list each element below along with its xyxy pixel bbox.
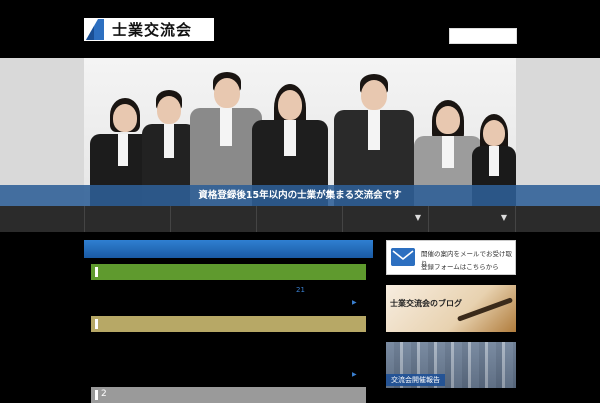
mail-signup-banner[interactable]: 開催の案内をメールでお受け取り 登録フォームはこちらから [386,240,516,275]
section-marker [95,390,98,400]
main-section-header [84,240,373,258]
header-search-box[interactable] [449,28,517,44]
envelope-icon [391,248,415,266]
nav-item-3[interactable] [256,206,343,232]
blog-banner-title: 士業交流会のブログ [390,299,462,308]
mail-banner-line2: 登録フォームはこちらから [421,263,499,271]
event-report-title: 交流会開催報告 [386,374,445,386]
site-logo-text: 士業交流会 [112,21,193,39]
nav-item-1[interactable] [84,206,171,232]
section-bar-gray[interactable]: 2 [91,387,366,403]
hero-caption: 資格登録後15年以内の士業が集まる交流会です [198,190,402,201]
more-arrow-icon[interactable]: ▶ [352,299,357,306]
chevron-down-icon: ▼ [414,213,421,222]
logo-mark-icon [86,19,104,40]
section-marker [95,319,98,329]
nav-item-5[interactable]: ▼ [428,206,516,232]
section-bar-gold[interactable] [91,316,366,332]
hero-image [84,58,516,206]
more-arrow-icon[interactable]: ▶ [352,371,357,378]
site-logo[interactable]: 士業交流会 [84,18,214,41]
pen-image [456,297,514,322]
event-report-banner[interactable]: 交流会開催報告 [386,342,516,388]
nav-item-2[interactable] [170,206,257,232]
nav-item-4[interactable]: ▼ [342,206,429,232]
section-marker [95,267,98,277]
section-bar-green[interactable] [91,264,366,280]
section-note: 21 [296,286,305,294]
chevron-down-icon: ▼ [500,213,507,222]
blog-banner[interactable]: 士業交流会のブログ [386,285,516,332]
